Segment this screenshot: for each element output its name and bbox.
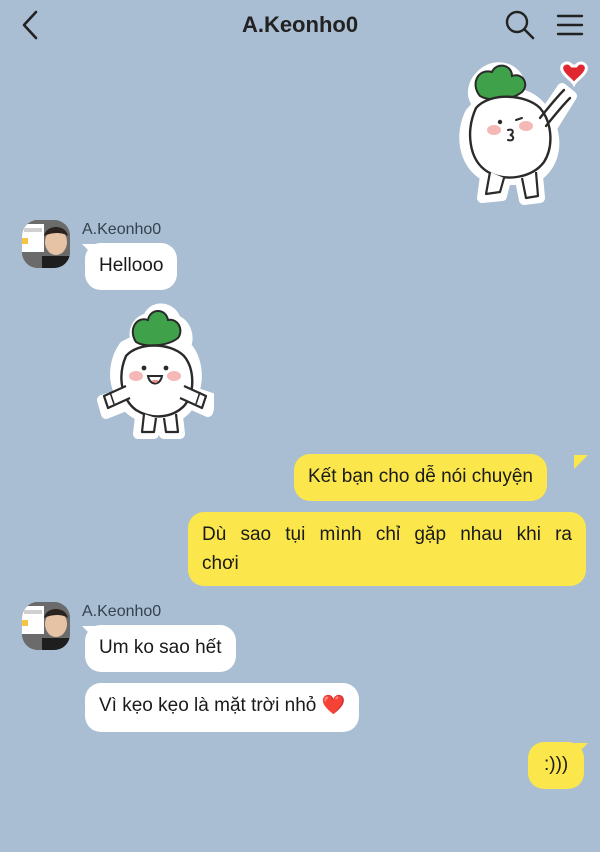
- hamburger-menu-icon: [556, 14, 584, 36]
- message-text-line-1: Dù sao tụi mình chỉ gặp nhau khi ra: [202, 524, 572, 545]
- heart-emoji: ❤️: [321, 695, 346, 716]
- sender-name: A.Keonho0: [82, 603, 162, 620]
- message-bubble-incoming[interactable]: Vì kẹo kẹo là mặt trời nhỏ ❤️: [85, 683, 360, 732]
- message-text: :))): [544, 754, 569, 775]
- message-text: Um ko sao hết: [99, 637, 222, 658]
- avatar[interactable]: [22, 220, 70, 268]
- radish-kiss-sticker-icon: [459, 61, 588, 205]
- avatar-photo-icon: [22, 220, 70, 268]
- avatar-photo-icon: [22, 602, 70, 650]
- message-bubble-outgoing[interactable]: Kết bạn cho dễ nói chuyện: [294, 454, 548, 501]
- message-bubble-incoming[interactable]: Hellooo: [85, 243, 178, 290]
- sticker-radish-wave[interactable]: [96, 300, 217, 440]
- search-button[interactable]: [504, 9, 536, 41]
- message-text-line-2: chơi: [202, 553, 239, 574]
- radish-wave-sticker-icon: [97, 303, 217, 439]
- menu-button[interactable]: [555, 11, 585, 39]
- message-text: Kết bạn cho dễ nói chuyện: [308, 466, 534, 487]
- sticker-radish-kiss[interactable]: [440, 58, 590, 208]
- avatar[interactable]: [22, 602, 70, 650]
- message-text: Hellooo: [99, 255, 164, 276]
- message-bubble-outgoing[interactable]: Dù sao tụi mình chỉ gặp nhau khi ra chơi: [188, 512, 586, 586]
- message-bubble-outgoing[interactable]: :))): [528, 742, 585, 789]
- bubble-tail: [574, 455, 588, 469]
- sender-name: A.Keonho0: [82, 221, 162, 238]
- message-bubble-incoming[interactable]: Um ko sao hết: [85, 625, 236, 672]
- message-text: Vì kẹo kẹo là mặt trời nhỏ: [99, 695, 317, 716]
- search-icon: [505, 10, 535, 40]
- chat-header: A.Keonho0: [0, 0, 600, 50]
